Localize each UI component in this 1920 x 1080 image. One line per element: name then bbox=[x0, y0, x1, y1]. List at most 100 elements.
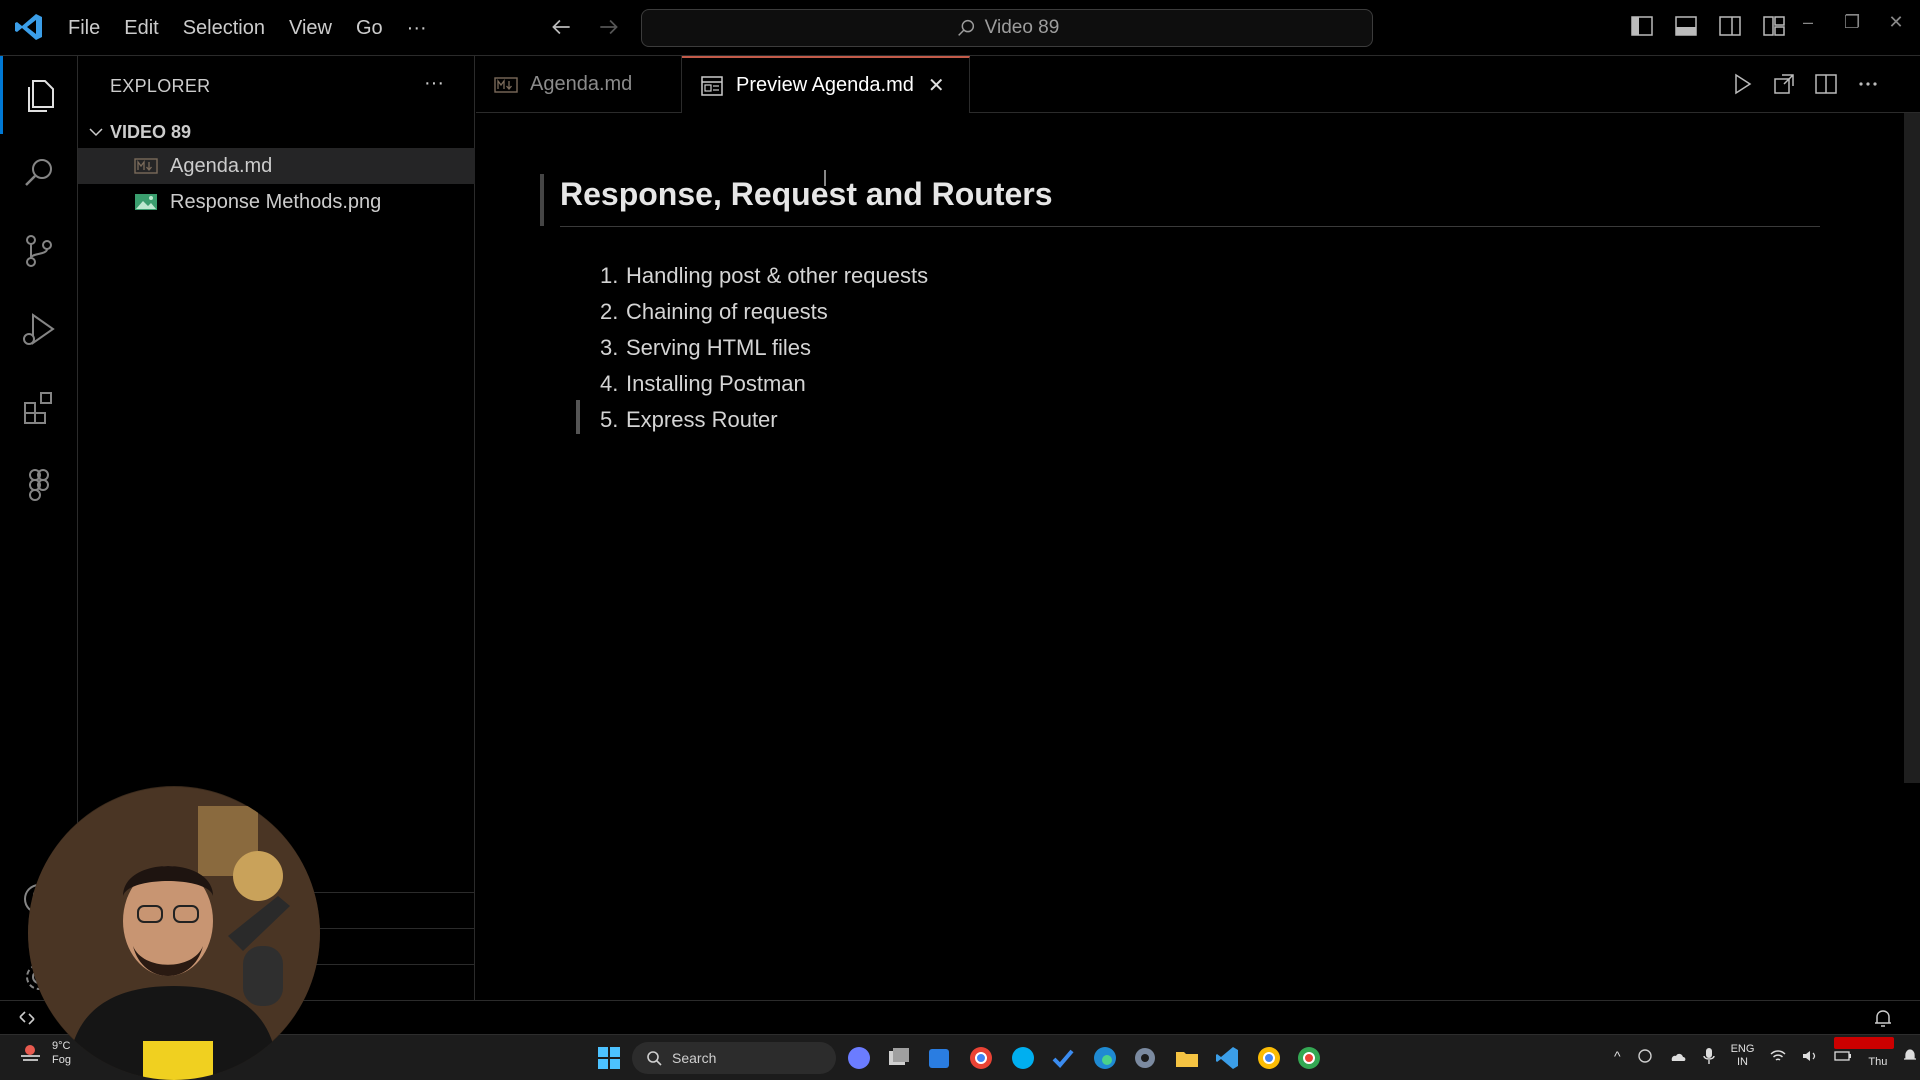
skype-icon[interactable] bbox=[1010, 1045, 1036, 1071]
chrome-icon[interactable] bbox=[968, 1045, 994, 1071]
tab-preview-agenda[interactable]: Preview Agenda.md ✕ bbox=[682, 56, 970, 113]
remote-button[interactable] bbox=[0, 1001, 54, 1035]
tab-label: Preview Agenda.md bbox=[736, 74, 914, 96]
restore-icon[interactable]: ❐ bbox=[1844, 12, 1860, 33]
forward-arrow-icon[interactable] bbox=[596, 14, 622, 40]
task-view-icon[interactable] bbox=[886, 1045, 912, 1071]
file-name: Response Methods.png bbox=[170, 190, 382, 213]
copilot-icon[interactable] bbox=[846, 1045, 872, 1071]
heading-divider bbox=[560, 226, 1820, 227]
search-activity[interactable] bbox=[0, 134, 78, 212]
explorer-title: EXPLORER bbox=[110, 76, 211, 96]
list-number: 2. bbox=[600, 299, 619, 324]
close-window-icon[interactable]: ✕ bbox=[1888, 12, 1904, 33]
split-editor-icon[interactable] bbox=[1814, 72, 1838, 96]
vscode-logo-icon[interactable] bbox=[14, 12, 44, 42]
list-item: 1. Handling post & other requests bbox=[600, 258, 928, 294]
menu-file[interactable]: File bbox=[56, 17, 112, 40]
markdown-icon bbox=[134, 158, 158, 174]
image-icon bbox=[135, 194, 157, 210]
file-item-response-methods[interactable]: Response Methods.png bbox=[78, 184, 475, 220]
windows-taskbar: 9°C Fog Search ^ ENG IN Thu bbox=[0, 1034, 1920, 1080]
microphone-icon[interactable] bbox=[1702, 1047, 1715, 1065]
menu-edit[interactable]: Edit bbox=[112, 17, 170, 40]
editor-actions bbox=[1730, 72, 1880, 96]
file-explorer-icon[interactable] bbox=[1174, 1045, 1200, 1071]
run-icon[interactable] bbox=[1730, 72, 1754, 96]
files-icon bbox=[27, 80, 54, 112]
list-text: Chaining of requests bbox=[626, 299, 828, 324]
close-icon[interactable]: ✕ bbox=[928, 73, 945, 98]
toggle-panel-icon[interactable] bbox=[1674, 14, 1698, 38]
search-icon bbox=[647, 1051, 662, 1066]
webcam-overlay bbox=[28, 786, 320, 1080]
volume-icon[interactable] bbox=[1802, 1049, 1818, 1063]
figma-activity[interactable] bbox=[0, 446, 78, 524]
notification-bell-icon[interactable] bbox=[1872, 1007, 1894, 1029]
minimize-icon[interactable]: – bbox=[1800, 12, 1816, 33]
source-control-activity[interactable] bbox=[0, 212, 78, 290]
tab-label: Agenda.md bbox=[530, 73, 633, 95]
more-actions-icon[interactable] bbox=[1856, 72, 1880, 96]
back-arrow-icon[interactable] bbox=[548, 14, 574, 40]
chrome-dev-icon[interactable] bbox=[1296, 1045, 1322, 1071]
explorer-more-button[interactable]: ··· bbox=[424, 72, 444, 95]
chrome-profile-icon[interactable] bbox=[1256, 1045, 1282, 1071]
command-center[interactable]: Video 89 bbox=[641, 9, 1373, 47]
menu-bar: File Edit Selection View Go ··· bbox=[56, 0, 439, 56]
language-indicator[interactable]: ENG IN bbox=[1731, 1043, 1755, 1069]
figma-icon bbox=[29, 469, 49, 501]
open-source-icon[interactable] bbox=[1772, 72, 1796, 96]
language-region: IN bbox=[1737, 1056, 1748, 1068]
folder-name: VIDEO 89 bbox=[110, 121, 192, 142]
menu-view[interactable]: View bbox=[277, 17, 344, 40]
list-item: 5. Express Router bbox=[600, 402, 928, 438]
preview-heading: Response, Request and Routers bbox=[560, 176, 1053, 212]
todo-icon[interactable] bbox=[1050, 1045, 1076, 1071]
extensions-activity[interactable] bbox=[0, 368, 78, 446]
clock-day: Thu bbox=[1868, 1056, 1888, 1068]
menu-more[interactable]: ··· bbox=[395, 17, 439, 40]
remote-icon bbox=[19, 1011, 35, 1025]
list-text: Installing Postman bbox=[626, 371, 806, 396]
taskbar-search[interactable]: Search bbox=[632, 1042, 836, 1074]
windows-start-icon[interactable] bbox=[596, 1045, 622, 1071]
tray-overflow-icon[interactable]: ^ bbox=[1614, 1048, 1621, 1064]
heading-marker bbox=[540, 174, 544, 226]
settings-app-icon[interactable] bbox=[1132, 1045, 1158, 1071]
battery-icon[interactable] bbox=[1834, 1050, 1852, 1062]
current-line-marker bbox=[576, 400, 580, 434]
navigation-arrows bbox=[548, 14, 622, 40]
extensions-icon bbox=[24, 392, 52, 424]
command-center-text: Video 89 bbox=[984, 17, 1060, 38]
onedrive-icon[interactable] bbox=[1669, 1049, 1687, 1063]
text-cursor-icon bbox=[824, 170, 826, 186]
list-text: Serving HTML files bbox=[626, 335, 812, 360]
calendar-app-icon[interactable] bbox=[926, 1045, 952, 1071]
vscode-taskbar-icon[interactable] bbox=[1214, 1045, 1240, 1071]
explorer-activity[interactable] bbox=[0, 56, 78, 134]
edge-icon[interactable] bbox=[1092, 1045, 1118, 1071]
file-name: Agenda.md bbox=[170, 154, 273, 177]
toggle-primary-sidebar-icon[interactable] bbox=[1630, 14, 1654, 38]
security-icon[interactable] bbox=[1637, 1048, 1653, 1064]
toggle-secondary-sidebar-icon[interactable] bbox=[1718, 14, 1742, 38]
search-icon bbox=[25, 159, 52, 186]
taskbar-search-label: Search bbox=[672, 1050, 717, 1066]
list-number: 4. bbox=[600, 371, 619, 396]
menu-go[interactable]: Go bbox=[344, 17, 395, 40]
markdown-icon bbox=[494, 76, 518, 93]
tab-agenda[interactable]: Agenda.md bbox=[476, 56, 682, 113]
vertical-scrollbar[interactable] bbox=[1904, 113, 1920, 783]
file-item-agenda[interactable]: Agenda.md bbox=[78, 148, 475, 184]
notification-center-icon[interactable] bbox=[1903, 1048, 1917, 1064]
weather-widget[interactable]: 9°C Fog bbox=[18, 1039, 71, 1067]
search-icon bbox=[957, 19, 974, 36]
customize-layout-icon[interactable] bbox=[1762, 14, 1786, 38]
run-debug-activity[interactable] bbox=[0, 290, 78, 368]
folder-root[interactable]: VIDEO 89 bbox=[78, 116, 475, 148]
weather-desc: Fog bbox=[52, 1054, 71, 1066]
language-code: ENG bbox=[1730, 1043, 1755, 1055]
wifi-icon[interactable] bbox=[1770, 1049, 1786, 1063]
menu-selection[interactable]: Selection bbox=[171, 17, 277, 40]
